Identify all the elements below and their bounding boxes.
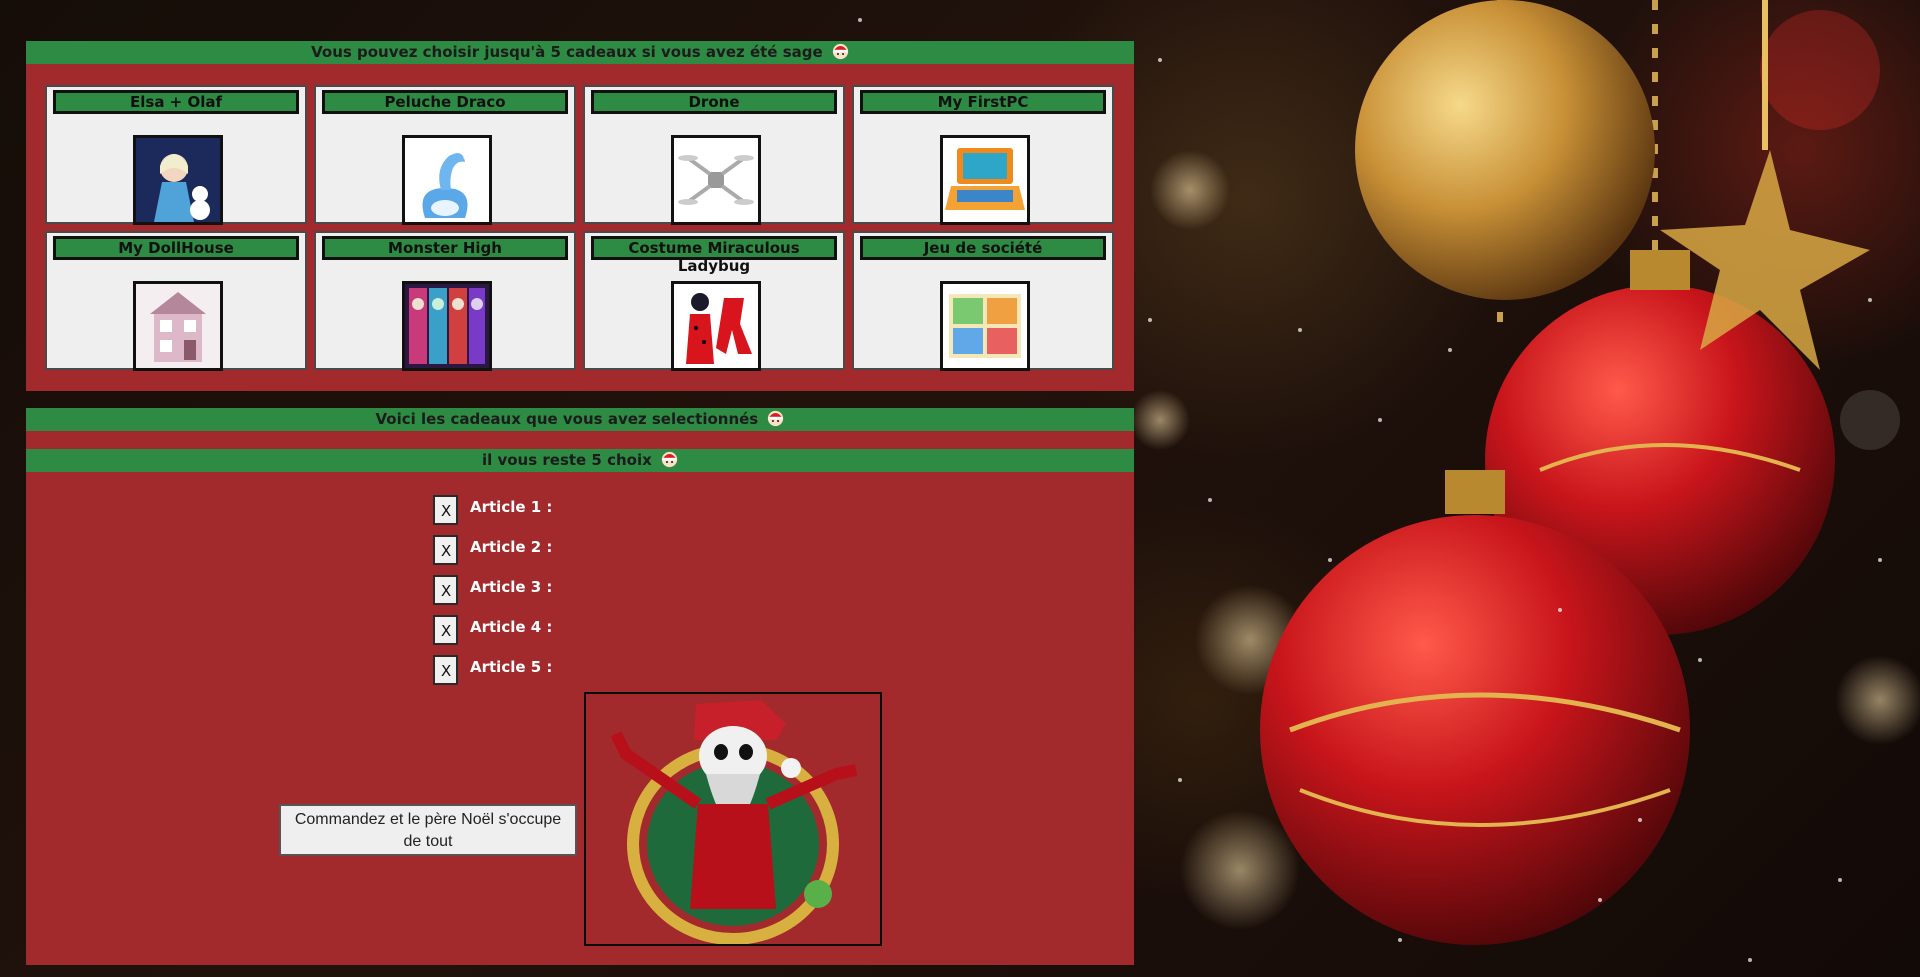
gift-card-elsa-olaf[interactable]: Elsa + Olaf [45,85,307,225]
article-5-label: Article 5 : [470,658,553,676]
gift-card-title: My DollHouse [53,236,299,260]
selection-panel: Voici les cadeaux que vous avez selectio… [26,408,1134,965]
gift-catalog-panel: Vous pouvez choisir jusqu'à 5 cadeaux si… [26,41,1134,391]
gift-card-title: My FirstPC [860,90,1106,114]
monster-high-image[interactable] [402,281,492,371]
gift-card-my-dollhouse[interactable]: My DollHouse [45,231,307,371]
remove-article-2-button[interactable]: X [433,535,458,565]
remaining-choices-bar: il vous reste 5 choix [26,449,1134,472]
article-1-label: Article 1 : [470,498,553,516]
santa-hat-icon [832,43,849,60]
selection-spacer [26,431,1134,449]
gift-card-peluche-draco[interactable]: Peluche Draco [314,85,576,225]
gift-catalog-header: Vous pouvez choisir jusqu'à 5 cadeaux si… [26,41,1134,64]
gift-card-monster-high[interactable]: Monster High [314,231,576,371]
jack-skellington-santa-image [584,692,882,946]
gift-card-title: Peluche Draco [322,90,568,114]
remove-article-3-button[interactable]: X [433,575,458,605]
remove-article-1-button[interactable]: X [433,495,458,525]
gift-card-title: Drone [591,90,837,114]
article-2-label: Article 2 : [470,538,553,556]
gift-card-costume-miraculous-ladybug[interactable]: Costume Miraculous Ladybug [583,231,845,371]
costume-miraculous-ladybug-image[interactable] [671,281,761,371]
gift-card-title: Elsa + Olaf [53,90,299,114]
article-3-label: Article 3 : [470,578,553,596]
remove-article-4-button[interactable]: X [433,615,458,645]
order-button[interactable]: Commandez et le père Noël s'occupe de to… [279,804,577,856]
gift-card-my-firstpc[interactable]: My FirstPC [852,85,1114,225]
santa-hat-icon [661,451,678,468]
selection-header-text: Voici les cadeaux que vous avez selectio… [375,410,759,428]
peluche-draco-image[interactable] [402,135,492,225]
gift-card-title: Monster High [322,236,568,260]
remove-article-5-button[interactable]: X [433,655,458,685]
elsa-olaf-image[interactable] [133,135,223,225]
remaining-choices-text: il vous reste 5 choix [481,451,652,469]
selection-header: Voici les cadeaux que vous avez selectio… [26,408,1134,431]
jeu-de-societe-image[interactable] [940,281,1030,371]
gift-card-jeu-de-societe[interactable]: Jeu de société [852,231,1114,371]
article-4-label: Article 4 : [470,618,553,636]
gift-card-title: Jeu de société [860,236,1106,260]
my-firstpc-image[interactable] [940,135,1030,225]
drone-image[interactable] [671,135,761,225]
gift-card-title: Costume Miraculous Ladybug [591,236,837,275]
santa-hat-icon [768,410,784,427]
gift-card-drone[interactable]: Drone [583,85,845,225]
my-dollhouse-image[interactable] [133,281,223,371]
gift-catalog-header-text: Vous pouvez choisir jusqu'à 5 cadeaux si… [311,43,823,61]
